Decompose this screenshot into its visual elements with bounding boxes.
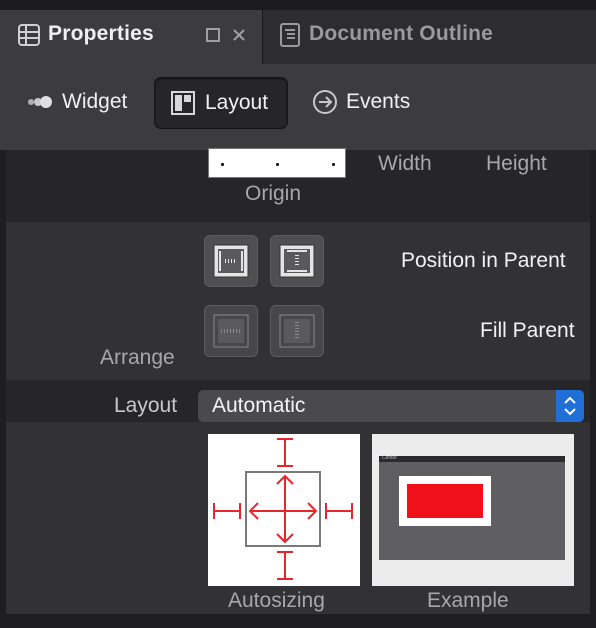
example-preview: Center xyxy=(372,434,574,586)
fill-horizontally-icon xyxy=(213,314,249,348)
widget-icon xyxy=(26,95,54,109)
autosizing-label: Autosizing xyxy=(228,589,325,612)
layout-select-stepper[interactable] xyxy=(556,390,584,422)
origin-point-left[interactable] xyxy=(221,163,224,166)
properties-icon xyxy=(18,24,40,51)
example-window-title: Center xyxy=(382,455,398,461)
center-horizontally-icon xyxy=(213,244,249,278)
origin-label: Origin xyxy=(245,182,302,205)
fill-vertically-icon xyxy=(279,314,315,348)
height-label: Height xyxy=(486,152,547,175)
events-icon xyxy=(312,89,338,115)
origin-picker[interactable] xyxy=(208,148,346,178)
autosizing-control[interactable] xyxy=(208,434,360,586)
document-outline-icon xyxy=(279,23,301,52)
layout-button[interactable]: Layout xyxy=(154,77,288,129)
layout-select-value: Automatic xyxy=(212,394,306,417)
widget-label: Widget xyxy=(62,90,128,113)
example-label: Example xyxy=(427,589,509,612)
tab-properties[interactable]: Properties xyxy=(0,10,262,64)
example-window xyxy=(379,456,565,560)
tab-properties-label: Properties xyxy=(48,22,154,45)
tab-document-outline[interactable]: Document Outline xyxy=(262,10,596,64)
events-button[interactable]: Events xyxy=(300,77,430,127)
origin-point-right[interactable] xyxy=(332,163,335,166)
center-vertically-button[interactable] xyxy=(270,235,324,287)
width-label: Width xyxy=(378,152,432,175)
layout-icon xyxy=(171,91,195,115)
tab-document-outline-label: Document Outline xyxy=(309,22,494,45)
events-label: Events xyxy=(346,90,411,113)
arrange-label: Arrange xyxy=(100,346,175,369)
tab-close-icon[interactable] xyxy=(232,28,246,47)
layout-label: Layout xyxy=(205,91,269,114)
autosizing-diagram xyxy=(213,438,353,580)
right-border xyxy=(590,150,596,628)
inspector-toolbar: Widget Layout Events xyxy=(0,64,596,150)
layout-field-label: Layout xyxy=(114,394,178,417)
fill-parent-label: Fill Parent xyxy=(480,319,575,342)
center-vertically-icon xyxy=(279,244,315,278)
bottom-border xyxy=(0,614,596,628)
widget-button[interactable]: Widget xyxy=(18,77,138,127)
chevron-up-down-icon xyxy=(562,394,578,418)
fill-horizontally-button[interactable] xyxy=(204,305,258,357)
tab-float-icon[interactable] xyxy=(206,28,220,47)
origin-point-center[interactable] xyxy=(276,163,279,166)
position-in-parent-label: Position in Parent xyxy=(401,249,566,272)
center-horizontally-button[interactable] xyxy=(204,235,258,287)
fill-vertically-button[interactable] xyxy=(270,305,324,357)
